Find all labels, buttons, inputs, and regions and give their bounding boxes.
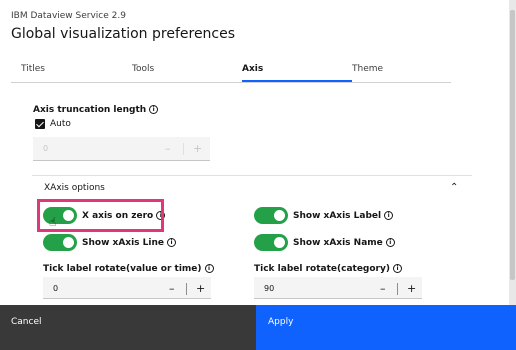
info-icon[interactable]: i <box>204 264 214 273</box>
number-input-value[interactable]: 0 <box>53 284 58 293</box>
show-xaxis-line-toggle[interactable] <box>43 234 77 251</box>
axis-truncation-input[interactable]: 0 – + <box>33 137 210 161</box>
tab-tools[interactable]: Tools <box>132 64 154 74</box>
input-separator <box>183 143 184 155</box>
info-icon[interactable]: i <box>149 105 159 114</box>
tick-rotate-category-input[interactable]: 90 – + <box>254 277 422 299</box>
info-icon[interactable]: i <box>167 238 177 247</box>
decrement-button[interactable]: – <box>380 282 386 295</box>
increment-button[interactable]: + <box>407 282 416 295</box>
tick-rotate-value-input[interactable]: 0 – + <box>43 277 211 299</box>
number-input-value[interactable]: 90 <box>264 284 274 293</box>
right-scrollbar[interactable] <box>509 0 516 305</box>
increment-button[interactable]: + <box>196 282 205 295</box>
active-tab-indicator <box>242 80 352 82</box>
page-title: Global visualization preferences <box>11 26 236 42</box>
info-icon[interactable]: i <box>392 264 402 273</box>
show-xaxis-name-label: Show xAxis Name i <box>293 238 395 248</box>
cancel-button-label: Cancel <box>11 317 42 327</box>
info-icon[interactable]: i <box>384 211 394 220</box>
tick-rotate-category-label: Tick label rotate(category) i <box>254 264 402 274</box>
tab-axis[interactable]: Axis <box>242 64 263 74</box>
header-subtitle: IBM Dataview Service 2.9 <box>11 11 126 21</box>
tab-theme[interactable]: Theme <box>352 64 383 74</box>
apply-button-label: Apply <box>268 317 294 327</box>
xaxis-options-title: XAxis options <box>44 183 105 193</box>
tab-titles[interactable]: Titles <box>21 64 45 74</box>
tab-bar: Titles Tools Axis Theme <box>11 60 451 83</box>
auto-checkbox-label[interactable]: Auto <box>50 119 71 129</box>
chevron-up-icon[interactable]: ⌃ <box>450 182 458 193</box>
apply-button[interactable]: Apply <box>256 305 516 350</box>
cancel-button[interactable]: Cancel <box>0 305 256 350</box>
show-xaxis-name-toggle[interactable] <box>254 234 288 251</box>
hand-cursor-icon: ☝ <box>49 215 57 229</box>
input-separator <box>186 283 187 295</box>
show-xaxis-label-toggle[interactable] <box>254 207 288 224</box>
input-separator <box>397 283 398 295</box>
number-input-value: 0 <box>43 144 49 153</box>
show-xaxis-line-label: Show xAxis Line i <box>82 238 177 248</box>
decrement-button[interactable]: – <box>169 282 175 295</box>
axis-truncation-label: Axis truncation length i <box>33 105 159 115</box>
decrement-button[interactable]: – <box>165 142 171 155</box>
scrollbar-thumb[interactable] <box>510 10 515 280</box>
xaxis-options-header[interactable]: XAxis options ⌃ <box>32 175 472 202</box>
auto-checkbox[interactable] <box>35 119 45 129</box>
tick-rotate-value-label: Tick label rotate(value or time) i <box>43 264 214 274</box>
increment-button[interactable]: + <box>193 142 202 155</box>
show-xaxis-label-label: Show xAxis Label i <box>293 211 394 221</box>
info-icon[interactable]: i <box>385 238 395 247</box>
